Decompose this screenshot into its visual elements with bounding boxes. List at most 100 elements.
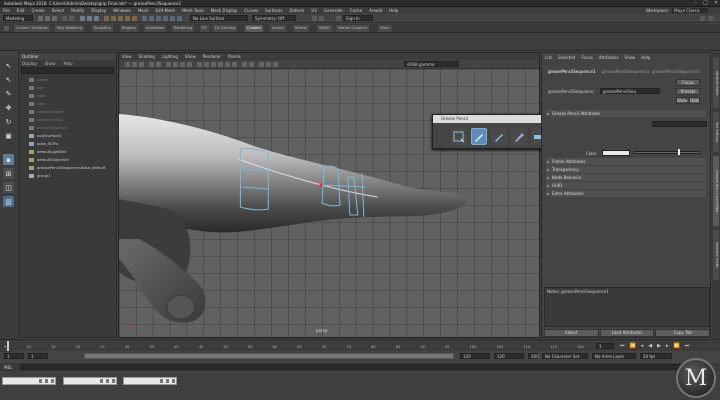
maximize-icon[interactable] <box>166 379 169 383</box>
color-slider[interactable] <box>634 151 700 154</box>
menu-select[interactable]: Select <box>52 8 64 13</box>
snap-view-icon[interactable] <box>125 16 130 21</box>
attr-field[interactable] <box>652 121 707 127</box>
redo-icon[interactable] <box>69 16 74 21</box>
menu-file[interactable]: File <box>3 8 10 13</box>
menu-uv[interactable]: UV <box>311 8 317 13</box>
outliner-item[interactable]: side <box>19 100 116 108</box>
outliner-item[interactable]: top <box>19 84 116 92</box>
isolate-icon[interactable] <box>197 62 202 67</box>
tab-xgen[interactable]: XGen <box>378 25 392 32</box>
start-time-field[interactable]: 1 <box>4 353 24 359</box>
select-tool-icon[interactable]: ↖ <box>3 60 14 71</box>
textured-icon[interactable] <box>180 62 185 67</box>
attr-menu-selected[interactable]: Selected <box>558 55 575 60</box>
outliner-menu-show[interactable]: Show <box>45 61 56 66</box>
outliner-item[interactable]: group1 <box>19 172 116 180</box>
outliner-item[interactable]: front <box>19 92 116 100</box>
restore-icon[interactable] <box>160 379 163 383</box>
outliner-menu-help[interactable]: Help <box>64 61 73 66</box>
close-icon[interactable] <box>51 379 54 383</box>
step-forward-key-icon[interactable]: ⏩ <box>674 343 680 349</box>
four-view-icon[interactable]: ⊞ <box>3 168 14 179</box>
menu-help[interactable]: Help <box>389 8 398 13</box>
outliner-menu-display[interactable]: Display <box>22 61 37 66</box>
minimize-button[interactable]: – <box>695 0 698 6</box>
end-time-field[interactable]: 120 <box>494 353 524 359</box>
attr-menu-show[interactable]: Show <box>625 55 636 60</box>
tab-rigging[interactable]: Rigging <box>120 25 138 32</box>
select-object-icon[interactable] <box>87 16 92 21</box>
side-tab-modeling-toolkit[interactable]: Modeling Toolkit <box>713 230 719 280</box>
tab-animation[interactable]: Animation <box>144 25 167 32</box>
presets-button[interactable]: Presets <box>676 88 700 95</box>
color-slider-handle[interactable] <box>678 149 680 155</box>
go-end-icon[interactable]: ⏭ <box>685 343 690 349</box>
tab-arnold[interactable]: Arnold <box>270 25 286 32</box>
attr-menu-focus[interactable]: Focus <box>581 55 592 60</box>
snap-curve-icon[interactable] <box>111 16 116 21</box>
construction-history-icon[interactable] <box>149 16 154 21</box>
play-back-icon[interactable]: ◀ <box>648 343 652 349</box>
fps-dropdown[interactable]: 24 fps <box>640 353 672 359</box>
tab-fx[interactable]: FX <box>200 25 209 32</box>
shelf-gear-icon[interactable] <box>4 26 9 31</box>
tab-curves-surfaces[interactable]: Curves / Surfaces <box>14 25 50 32</box>
tab-motion-graphics[interactable]: Motion Graphics <box>336 25 370 32</box>
go-start-icon[interactable]: ⏮ <box>620 343 625 349</box>
range-start-field[interactable]: 1 <box>28 353 48 359</box>
gamma-icon[interactable] <box>266 62 271 67</box>
live-surface-field[interactable]: No Live Surface <box>190 15 248 21</box>
load-attributes-button[interactable]: Load Attributes <box>599 329 655 337</box>
tab-custom[interactable]: Custom <box>245 25 263 32</box>
outliner-item[interactable]: greasePencilSequence.Base_default <box>19 164 116 172</box>
camera-icon[interactable] <box>312 16 317 21</box>
persp-outliner-icon[interactable]: ◫ <box>3 182 14 193</box>
close-icon[interactable] <box>112 379 115 383</box>
select-component-icon[interactable] <box>94 16 99 21</box>
outliner-search-input[interactable] <box>21 67 114 74</box>
camera-attr-icon[interactable] <box>132 62 137 67</box>
current-frame-field[interactable]: 1 <box>596 343 614 349</box>
minimized-window[interactable] <box>63 377 117 385</box>
layout-icon[interactable] <box>708 16 713 21</box>
outliner-item[interactable]: defaultLightSet <box>19 148 116 156</box>
range-end-field[interactable]: 120 <box>460 353 490 359</box>
render-settings-icon[interactable] <box>170 16 175 21</box>
menu-display[interactable]: Display <box>91 8 106 13</box>
playback-end-field[interactable]: 200 <box>528 353 539 359</box>
section-node-behavior[interactable]: Node Behavior <box>546 174 706 181</box>
select-hierarchy-icon[interactable] <box>80 16 85 21</box>
minimized-window[interactable] <box>123 377 177 385</box>
sign-in-dropdown[interactable]: Sign In <box>343 15 373 21</box>
marquee-icon[interactable] <box>451 128 467 145</box>
range-bar[interactable] <box>84 353 454 359</box>
menu-arnold[interactable]: Arnold <box>369 8 382 13</box>
section-grease-pencil-attributes[interactable]: Grease Pencil Attributes <box>546 110 706 117</box>
tab-sculpting[interactable]: Sculpting <box>92 25 113 32</box>
tab-fx-caching[interactable]: FX Caching <box>213 25 238 32</box>
notes-area[interactable]: Notes: greasePencilSequence1 <box>544 287 710 327</box>
marker-icon[interactable] <box>511 128 527 145</box>
menu-cache[interactable]: Cache <box>350 8 362 13</box>
save-scene-icon[interactable] <box>52 16 57 21</box>
brush-icon[interactable] <box>491 128 507 145</box>
viewport-menu-panels[interactable]: Panels <box>228 54 241 59</box>
menu-edit[interactable]: Edit <box>17 8 25 13</box>
outliner-item[interactable]: pose_IK3Fo <box>19 140 116 148</box>
colorspace-dropdown[interactable]: sRGB gamma <box>404 61 459 67</box>
outliner-item[interactable]: persp <box>19 76 116 84</box>
single-view-icon[interactable]: ▪ <box>3 154 14 165</box>
antialias-icon[interactable] <box>232 62 237 67</box>
move-tool-icon[interactable]: ✥ <box>3 102 14 113</box>
outliner-layout-icon[interactable]: ▥ <box>3 196 14 207</box>
menu-deform[interactable]: Deform <box>289 8 304 13</box>
minimized-window[interactable] <box>2 377 56 385</box>
attr-menu-attributes[interactable]: Attributes <box>599 55 619 60</box>
copy-tab-button[interactable]: Copy Tab <box>655 329 711 337</box>
outliner-item[interactable]: pencilSequence <box>19 124 116 132</box>
menu-set-dropdown[interactable]: Modeling <box>3 15 33 21</box>
lights-icon[interactable] <box>187 62 192 67</box>
render-icon[interactable] <box>156 16 161 21</box>
section-transparency[interactable]: Transparency <box>546 166 706 173</box>
